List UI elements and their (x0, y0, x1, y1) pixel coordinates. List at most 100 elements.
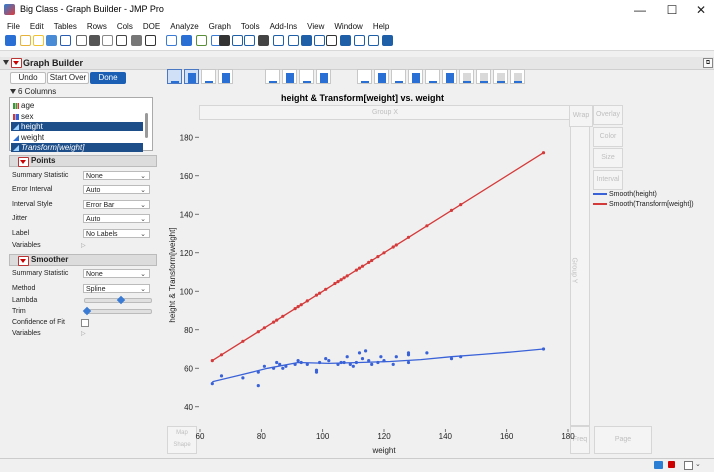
data-point-series-2 (299, 303, 303, 307)
y-tick-label: 80 (184, 326, 193, 335)
data-point-series-1 (382, 359, 386, 363)
data-point-series-2 (281, 314, 285, 318)
data-point-series-2 (360, 264, 365, 268)
data-point-series-1 (278, 362, 282, 366)
data-point-series-1 (296, 359, 300, 363)
x-tick-label: 180 (561, 432, 575, 441)
status-bar: ⌄ (0, 458, 714, 472)
data-point-series-1 (305, 362, 309, 366)
window-list-checkbox[interactable] (684, 461, 693, 470)
data-point-series-2 (354, 268, 358, 272)
data-point-series-2 (382, 251, 386, 255)
data-point-series-1 (406, 351, 411, 355)
y-axis-label: height & Transform[weight] (168, 227, 177, 322)
data-point-series-1 (324, 357, 328, 361)
data-point-series-2 (391, 245, 395, 249)
alert-icon[interactable] (668, 461, 675, 468)
data-point-series-1 (293, 362, 297, 366)
data-point-series-1 (272, 366, 276, 370)
data-point-series-1 (256, 370, 260, 374)
data-point-series-1 (314, 368, 319, 372)
data-point-series-1 (425, 351, 429, 355)
data-point-series-1 (210, 382, 214, 386)
data-point-series-2 (394, 243, 398, 247)
y-tick-label: 180 (180, 133, 194, 142)
x-tick-label: 60 (196, 432, 205, 441)
x-tick-label: 140 (439, 432, 453, 441)
data-point-series-1 (281, 366, 285, 370)
data-point-series-2 (272, 320, 276, 324)
data-point-series-2 (459, 203, 463, 207)
data-point-series-2 (219, 353, 224, 357)
data-point-series-1 (336, 362, 340, 366)
data-point-series-1 (364, 349, 368, 353)
data-point-series-1 (275, 360, 279, 365)
data-point-series-1 (339, 360, 343, 365)
data-point-series-2 (324, 287, 328, 291)
x-tick-label: 160 (500, 432, 514, 441)
data-point-series-1 (449, 357, 454, 361)
x-tick-label: 100 (316, 432, 330, 441)
table-icon[interactable] (654, 461, 663, 469)
data-point-series-2 (336, 280, 340, 284)
data-point-series-1 (391, 362, 395, 366)
data-point-series-1 (219, 374, 224, 378)
data-point-series-2 (318, 291, 322, 295)
data-point-series-1 (394, 355, 398, 359)
data-point-series-1 (262, 364, 266, 368)
data-point-series-1 (256, 384, 260, 388)
data-point-series-1 (459, 355, 463, 359)
data-point-series-2 (293, 307, 297, 311)
data-point-series-2 (357, 266, 362, 270)
data-point-series-2 (449, 208, 454, 212)
y-tick-label: 140 (180, 210, 194, 219)
data-point-series-1 (367, 359, 371, 363)
data-point-series-1 (370, 362, 374, 366)
data-point-series-2 (370, 258, 374, 263)
data-point-series-1 (351, 364, 355, 368)
data-point-series-2 (256, 330, 260, 334)
data-point-series-2 (296, 305, 300, 309)
data-point-series-1 (406, 360, 411, 365)
data-point-series-1 (376, 360, 380, 365)
x-tick-label: 80 (257, 432, 266, 441)
data-point-series-1 (299, 360, 303, 365)
data-point-series-1 (348, 362, 352, 366)
data-point-series-1 (357, 351, 362, 355)
data-point-series-1 (354, 360, 358, 365)
data-point-series-1 (541, 347, 546, 351)
data-point-series-2 (541, 151, 546, 155)
data-point-series-2 (314, 293, 319, 297)
data-point-series-2 (241, 339, 245, 343)
data-point-series-2 (367, 260, 371, 264)
data-point-series-2 (345, 274, 349, 278)
data-point-series-2 (339, 278, 343, 282)
data-point-series-1 (241, 376, 245, 380)
data-point-series-1 (284, 364, 288, 368)
data-point-series-2 (275, 318, 279, 322)
x-axis-label: weight (371, 446, 396, 455)
data-point-series-1 (379, 355, 383, 359)
y-tick-label: 40 (184, 403, 193, 412)
data-point-series-1 (345, 355, 349, 359)
x-tick-label: 120 (377, 432, 391, 441)
chart-svg: 60 80 100 120 140 160 180 40 60 80 100 120 140 160 180… (168, 133, 575, 455)
data-point-series-1 (318, 360, 322, 365)
data-point-series-1 (360, 357, 365, 361)
data-point-series-2 (262, 326, 266, 330)
data-point-series-2 (342, 276, 346, 280)
data-point-series-2 (376, 255, 380, 259)
y-tick-label: 160 (180, 172, 194, 181)
y-tick-label: 60 (184, 364, 193, 373)
data-point-series-2 (333, 281, 337, 286)
data-point-series-1 (342, 360, 346, 365)
data-point-series-1 (327, 359, 331, 363)
data-point-series-2 (406, 235, 411, 239)
chevron-down-icon[interactable]: ⌄ (695, 460, 701, 468)
data-point-series-2 (425, 224, 429, 228)
y-tick-label: 120 (180, 249, 194, 258)
y-tick-label: 100 (180, 287, 194, 296)
data-point-series-2 (305, 299, 309, 303)
data-point-series-2 (210, 359, 214, 363)
smooth-line-series-1 (212, 348, 544, 383)
